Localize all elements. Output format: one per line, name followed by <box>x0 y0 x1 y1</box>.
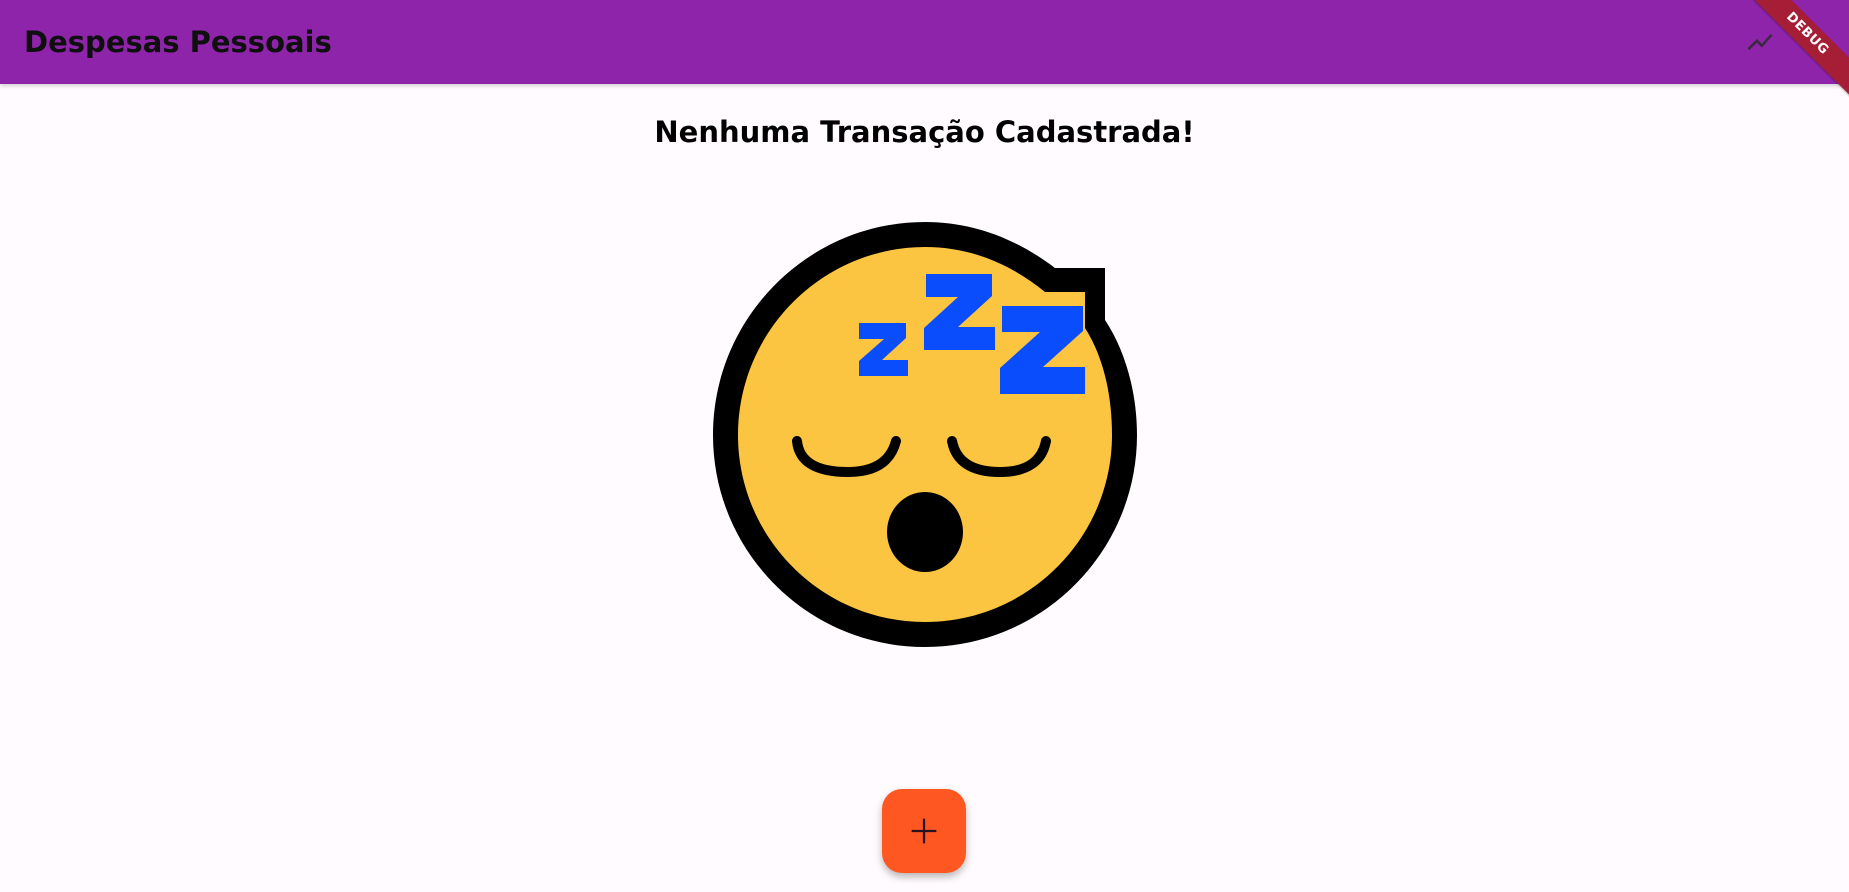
sleeping-face-emoji <box>713 222 1137 647</box>
app-title: Despesas Pessoais <box>24 25 332 59</box>
show-chart-button[interactable] <box>1738 20 1782 64</box>
add-transaction-button[interactable] <box>882 789 966 873</box>
app-bar: Despesas Pessoais DEBUG <box>0 0 1849 114</box>
show-chart-icon <box>1747 33 1773 51</box>
app-window: Despesas Pessoais DEBUG Nenhuma Transaçã… <box>0 0 1849 892</box>
plus-icon <box>911 818 937 844</box>
empty-state-message: Nenhuma Transação Cadastrada! <box>654 115 1195 149</box>
